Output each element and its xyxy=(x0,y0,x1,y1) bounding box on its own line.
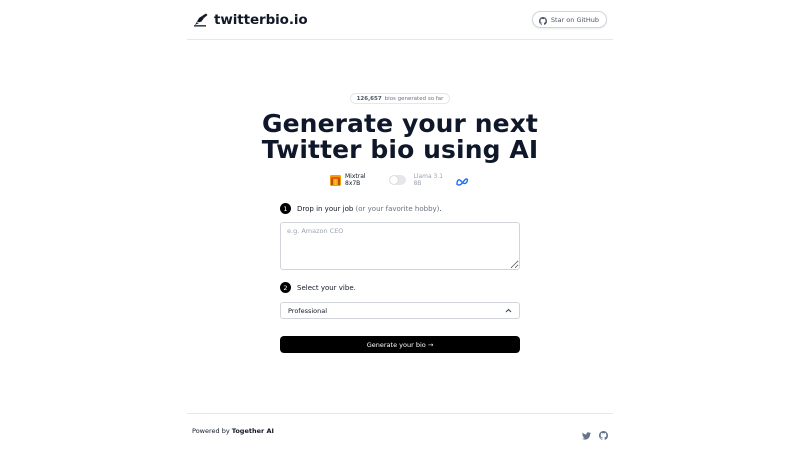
chevron-up-icon xyxy=(505,307,512,315)
powered-by: Powered by Together AI xyxy=(192,427,274,435)
vibe-select-value: Professional xyxy=(288,306,328,315)
writing-hand-icon xyxy=(193,12,209,28)
github-button-label: Star on GitHub xyxy=(550,15,599,24)
step-1-label-text: Drop in your job xyxy=(297,204,354,213)
vibe-select[interactable]: Professional xyxy=(280,302,520,319)
step-1-hint: (or your favorite hobby) xyxy=(355,204,440,213)
step-2-badge: 2 xyxy=(280,282,291,293)
twitter-icon[interactable] xyxy=(582,425,591,444)
step-2-label-row: 2 Select your vibe. xyxy=(280,282,356,293)
job-input[interactable] xyxy=(280,222,520,270)
footer: Powered by Together AI xyxy=(187,413,613,450)
header: twitterbio.io Star on GitHub xyxy=(187,0,613,40)
title-line-1: Generate your next xyxy=(262,109,538,138)
github-icon[interactable] xyxy=(599,425,609,444)
page: twitterbio.io Star on GitHub 126,657 bio… xyxy=(0,0,800,450)
model-switcher: Mixtral 8x7B Llama 3.1 8B xyxy=(330,173,470,187)
page-title: Generate your next Twitter bio using AI xyxy=(200,111,600,163)
mixtral-icon xyxy=(330,171,341,190)
meta-icon xyxy=(456,171,470,190)
bios-counter-badge: 126,657 bios generated so far xyxy=(350,93,450,104)
step-1-label: Drop in your job (or your favorite hobby… xyxy=(297,205,442,213)
bios-count-suffix: bios generated so far xyxy=(384,95,444,102)
generate-bio-button[interactable]: Generate your bio → xyxy=(280,336,520,353)
social-links xyxy=(582,425,609,444)
model-option-llama[interactable]: Llama 3.1 8B xyxy=(413,173,452,187)
powered-by-link[interactable]: Together AI xyxy=(232,427,274,435)
brand-link[interactable]: twitterbio.io xyxy=(193,12,308,28)
model-toggle[interactable] xyxy=(388,175,407,185)
powered-by-prefix: Powered by xyxy=(192,426,230,435)
title-line-2: Twitter bio using AI xyxy=(261,135,539,164)
step-1-badge: 1 xyxy=(280,203,291,214)
step-2-label: Select your vibe. xyxy=(297,283,356,292)
step-1-suffix: . xyxy=(439,204,442,213)
star-on-github-button[interactable]: Star on GitHub xyxy=(531,10,607,29)
bios-count: 126,657 xyxy=(356,95,382,102)
github-icon xyxy=(538,10,547,29)
model-option-mixtral[interactable]: Mixtral 8x7B xyxy=(345,173,382,187)
step-1-label-row: 1 Drop in your job (or your favorite hob… xyxy=(280,203,442,214)
model-toggle-knob xyxy=(389,176,398,184)
brand-name: twitterbio.io xyxy=(214,11,308,28)
